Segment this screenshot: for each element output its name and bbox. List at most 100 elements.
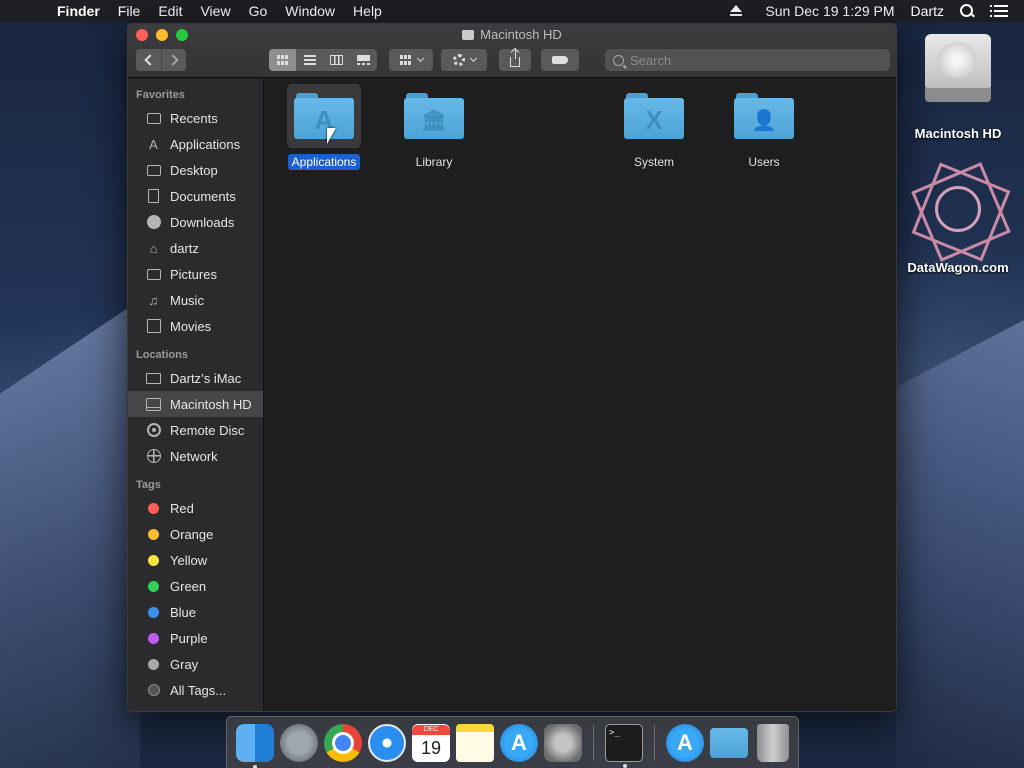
- sidebar-item-movies[interactable]: Movies: [128, 313, 263, 339]
- menu-edit[interactable]: Edit: [149, 0, 191, 22]
- folder-users[interactable]: 👤 Users: [722, 84, 806, 171]
- folder-icon-wrap: 👤: [727, 84, 801, 148]
- dock-applications-stack-icon[interactable]: A: [666, 723, 704, 762]
- sidebar-item-desktop[interactable]: Desktop: [128, 157, 263, 183]
- dock-notes-icon[interactable]: [456, 723, 494, 762]
- sidebar-item-all-tags[interactable]: All Tags...: [128, 677, 263, 703]
- sidebar-item-tag-blue[interactable]: Blue: [128, 599, 263, 625]
- download-icon: [145, 215, 162, 230]
- sidebar-item-recents[interactable]: Recents: [128, 105, 263, 131]
- datawagon-logo-icon: [915, 166, 1001, 252]
- sidebar-section-tags: Tags: [136, 479, 161, 491]
- notification-center-icon[interactable]: [990, 4, 1008, 18]
- folder-applications[interactable]: A Applications: [282, 84, 366, 171]
- desktop-icon-macintosh-hd[interactable]: Macintosh HD: [903, 32, 1013, 141]
- music-note-icon: ♫: [148, 292, 159, 308]
- sidebar-item-network[interactable]: Network: [128, 443, 263, 469]
- clock-icon: [145, 111, 162, 126]
- dock-system-preferences-icon[interactable]: [544, 723, 582, 762]
- share-icon: [510, 49, 520, 67]
- forward-button[interactable]: [161, 49, 186, 71]
- hard-drive-icon: [923, 32, 993, 104]
- menu-help[interactable]: Help: [344, 0, 391, 22]
- running-indicator: [253, 764, 257, 768]
- title-bar: Macintosh HD: [128, 24, 896, 78]
- dock-separator: [593, 724, 594, 761]
- sidebar-item-tag-orange[interactable]: Orange: [128, 521, 263, 547]
- sidebar-item-applications[interactable]: A Applications: [128, 131, 263, 157]
- tag-dot-icon: [145, 605, 162, 620]
- desktop-icon-label: Macintosh HD: [914, 126, 1002, 141]
- sidebar-item-tag-red[interactable]: Red: [128, 495, 263, 521]
- list-icon: [303, 55, 316, 65]
- spotlight-icon[interactable]: [960, 4, 974, 18]
- tag-dot-icon: [145, 631, 162, 646]
- edit-tags-button[interactable]: [541, 49, 579, 71]
- sidebar-item-macintosh-hd[interactable]: Macintosh HD: [128, 391, 263, 417]
- sidebar-item-label: Blue: [170, 604, 197, 620]
- sidebar-item-label: Downloads: [170, 214, 235, 230]
- applications-icon: A: [149, 136, 158, 152]
- column-view-button[interactable]: [323, 49, 350, 71]
- dock-terminal-icon[interactable]: >_: [605, 723, 643, 768]
- menu-user[interactable]: Dartz: [903, 0, 952, 22]
- gallery-icon: [357, 55, 370, 65]
- dock-finder-icon[interactable]: [236, 723, 274, 768]
- folder-label: Applications: [287, 154, 361, 170]
- menu-file[interactable]: File: [109, 0, 150, 22]
- menu-finder[interactable]: Finder: [48, 0, 109, 22]
- folder-glyph: 👤: [751, 109, 777, 132]
- sidebar-item-home[interactable]: ⌂ dartz: [128, 235, 263, 261]
- group-by-button[interactable]: [389, 49, 433, 71]
- sidebar-item-label: Dartz’s iMac: [170, 370, 242, 386]
- share-button[interactable]: [499, 49, 531, 71]
- folder-library[interactable]: 🏛 Library: [392, 84, 476, 171]
- menu-window[interactable]: Window: [276, 0, 344, 22]
- folder-icon: 🏛: [404, 93, 464, 139]
- folder-glyph: 🏛: [421, 109, 447, 132]
- dock-launchpad-icon[interactable]: [280, 723, 318, 762]
- terminal-prompt: >_: [609, 727, 620, 738]
- dock-safari-icon[interactable]: [368, 723, 406, 762]
- mouse-pointer-icon: [327, 128, 336, 144]
- menu-clock[interactable]: Sun Dec 19 1:29 PM: [757, 0, 902, 22]
- chevron-right-icon: [166, 54, 179, 66]
- document-icon: [145, 189, 162, 204]
- dock-downloads-stack-icon[interactable]: [710, 727, 748, 758]
- window-title-text: Macintosh HD: [480, 27, 562, 42]
- dock-chrome-icon[interactable]: [324, 723, 362, 762]
- sidebar-item-tag-green[interactable]: Green: [128, 573, 263, 599]
- tag-dot-icon: [145, 527, 162, 542]
- search-field[interactable]: [605, 49, 890, 71]
- menu-go[interactable]: Go: [240, 0, 277, 22]
- sidebar-item-downloads[interactable]: Downloads: [128, 209, 263, 235]
- menu-bar: Finder File Edit View Go Window Help Sun…: [0, 0, 1024, 22]
- sidebar-item-label: Red: [170, 500, 194, 516]
- back-button[interactable]: [136, 49, 161, 71]
- applications-glyph: A: [677, 729, 693, 755]
- sidebar-item-label: Desktop: [170, 162, 218, 178]
- action-button[interactable]: [441, 49, 487, 71]
- dock-app-store-icon[interactable]: A: [500, 723, 538, 762]
- eject-icon[interactable]: [729, 5, 743, 17]
- app-store-glyph: A: [511, 729, 527, 755]
- folder-system[interactable]: X System: [612, 84, 696, 171]
- sidebar-item-music[interactable]: ♫ Music: [128, 287, 263, 313]
- dock-calendar-icon[interactable]: DEC 19: [412, 723, 450, 762]
- menu-bar-extras: Sun Dec 19 1:29 PM Dartz: [729, 0, 1024, 22]
- sidebar-item-tag-yellow[interactable]: Yellow: [128, 547, 263, 573]
- list-view-button[interactable]: [296, 49, 323, 71]
- sidebar-item-documents[interactable]: Documents: [128, 183, 263, 209]
- dock-trash-icon[interactable]: [754, 723, 792, 762]
- desktop-icon-datawagon[interactable]: DataWagon.com: [903, 166, 1013, 275]
- search-input[interactable]: [630, 52, 870, 68]
- sidebar-item-pictures[interactable]: Pictures: [128, 261, 263, 287]
- icon-view-button[interactable]: [269, 49, 296, 71]
- sidebar-item-tag-purple[interactable]: Purple: [128, 625, 263, 651]
- gallery-view-button[interactable]: [350, 49, 377, 71]
- sidebar-item-imac[interactable]: Dartz’s iMac: [128, 365, 263, 391]
- dock-separator: [654, 724, 655, 761]
- sidebar-item-remote-disc[interactable]: Remote Disc: [128, 417, 263, 443]
- menu-view[interactable]: View: [191, 0, 239, 22]
- sidebar-item-tag-gray[interactable]: Gray: [128, 651, 263, 677]
